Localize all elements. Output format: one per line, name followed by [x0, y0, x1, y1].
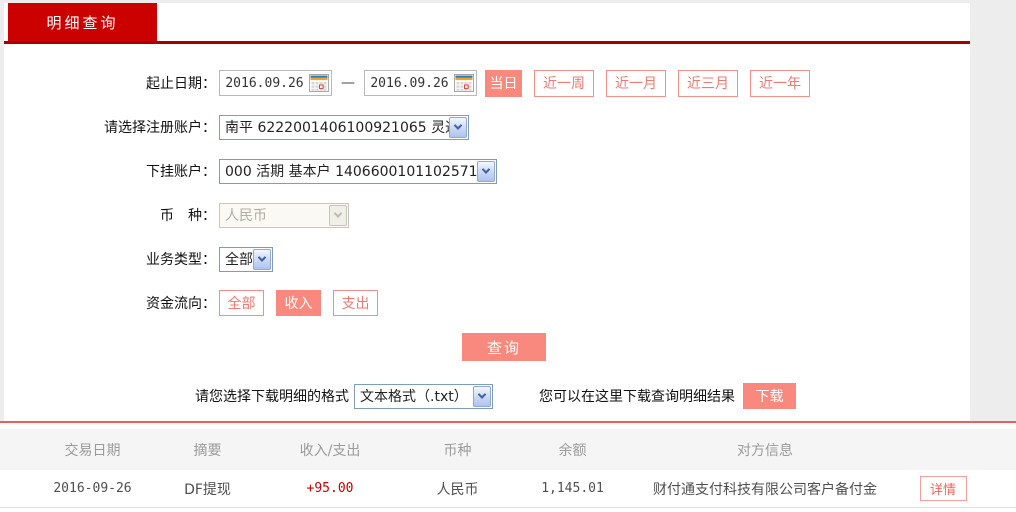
download-format-label: 请您选择下载明细的格式: [195, 389, 349, 405]
tab-detail-query[interactable]: 明细查询: [8, 3, 157, 41]
chevron-down-icon: [257, 253, 267, 262]
header-balance: 余额: [558, 442, 587, 459]
select-arrow-button[interactable]: [449, 116, 467, 138]
register-account-label: 请选择注册账户：: [104, 120, 216, 136]
download-hint-text: 您可以在这里下载查询明细结果: [539, 389, 735, 405]
tab-underline: [4, 41, 970, 44]
header-summary: 摘要: [193, 442, 222, 459]
business-type-label: 业务类型：: [146, 252, 216, 268]
date-separator: —: [341, 75, 355, 91]
start-date-value: 2016.09.26: [225, 75, 304, 91]
currency-label: 币 种：: [160, 208, 216, 224]
quick-range-today-button[interactable]: 当日: [485, 69, 522, 97]
download-button[interactable]: 下载: [743, 383, 796, 409]
select-arrow-button[interactable]: [473, 385, 491, 407]
select-arrow-button[interactable]: [477, 160, 495, 182]
start-date-input[interactable]: 2016.09.26: [219, 70, 332, 96]
fund-flow-all-button[interactable]: 全部: [219, 290, 264, 316]
download-row: 请您选择下载明细的格式 文本格式（.txt） 您可以在这里下载查询明细结果 下载: [195, 380, 970, 412]
header-counterparty: 对方信息: [737, 442, 793, 459]
quick-range-week-button[interactable]: 近一周: [534, 69, 594, 97]
header-trade-date: 交易日期: [64, 442, 121, 459]
date-range-row: 起止日期： 2016.09.26 — 2016.09.26 当日 近一周 近一月…: [4, 61, 970, 105]
sub-account-label: 下挂账户：: [146, 164, 216, 180]
select-arrow-button: [329, 204, 347, 226]
detail-button[interactable]: 详情: [919, 476, 967, 501]
table-row: 2016-09-26 DF提现 +95.00 人民币 1,145.01 财付通支…: [0, 470, 1016, 508]
date-range-label: 起止日期：: [146, 76, 216, 92]
register-account-row: 请选择注册账户： 南平 6222001406100921065 灵通卡: [4, 105, 970, 149]
chevron-down-icon: [481, 165, 491, 174]
business-type-select[interactable]: 全部: [219, 246, 273, 272]
query-form: 起止日期： 2016.09.26 — 2016.09.26 当日 近一周 近一月…: [4, 61, 970, 412]
download-format-select[interactable]: 文本格式（.txt）: [354, 383, 493, 409]
fund-flow-income-button[interactable]: 收入: [276, 290, 321, 316]
business-type-value: 全部: [225, 252, 253, 268]
end-date-input[interactable]: 2016.09.26: [364, 70, 477, 96]
cell-amount: +95.00: [306, 481, 354, 496]
currency-row: 币 种： 人民币: [4, 193, 970, 237]
query-panel: 明细查询 起止日期： 2016.09.26 — 2016.09.26 当日 近一…: [4, 3, 970, 421]
chevron-down-icon: [333, 209, 343, 218]
quick-range-quarter-button[interactable]: 近三月: [678, 69, 738, 97]
currency-select: 人民币: [219, 202, 349, 228]
sub-account-value: 000 活期 基本户 1406600101102571848: [225, 164, 477, 180]
header-income-expense: 收入/支出: [299, 442, 361, 459]
chevron-down-icon: [453, 121, 463, 130]
header-currency: 币种: [443, 442, 472, 459]
register-account-value: 南平 6222001406100921065 灵通卡: [225, 120, 449, 136]
table-top-divider: [0, 421, 1016, 423]
quick-range-month-button[interactable]: 近一月: [606, 69, 666, 97]
download-format-value: 文本格式（.txt）: [360, 389, 468, 405]
calendar-icon[interactable]: [309, 74, 329, 92]
sub-account-select[interactable]: 000 活期 基本户 1406600101102571848: [219, 158, 497, 184]
fund-flow-label: 资金流向：: [146, 296, 216, 312]
quick-range-year-button[interactable]: 近一年: [750, 69, 810, 97]
cell-trade-date: 2016-09-26: [53, 481, 132, 496]
chevron-down-icon: [477, 390, 487, 399]
end-date-value: 2016.09.26: [370, 75, 449, 91]
select-arrow-button[interactable]: [253, 248, 271, 270]
cell-balance: 1,145.01: [541, 481, 604, 496]
table-header-row: 交易日期 摘要 收入/支出 币种 余额 对方信息: [0, 429, 1016, 470]
currency-value: 人民币: [225, 208, 267, 224]
register-account-select[interactable]: 南平 6222001406100921065 灵通卡: [219, 114, 469, 140]
business-type-row: 业务类型： 全部: [4, 237, 970, 281]
calendar-icon[interactable]: [454, 74, 474, 92]
result-table-section: 交易日期 摘要 收入/支出 币种 余额 对方信息 2016-09-26 DF提现…: [0, 421, 1016, 512]
sub-account-row: 下挂账户： 000 活期 基本户 1406600101102571848: [4, 149, 970, 193]
query-button-row: 查询: [4, 325, 970, 369]
cell-counterparty: 财付通支付科技有限公司客户备付金: [653, 481, 877, 498]
cell-summary: DF提现: [184, 481, 231, 498]
query-button[interactable]: 查询: [462, 333, 546, 361]
cell-currency: 人民币: [436, 481, 479, 498]
fund-flow-expense-button[interactable]: 支出: [333, 290, 378, 316]
fund-flow-row: 资金流向： 全部 收入 支出: [4, 281, 970, 325]
